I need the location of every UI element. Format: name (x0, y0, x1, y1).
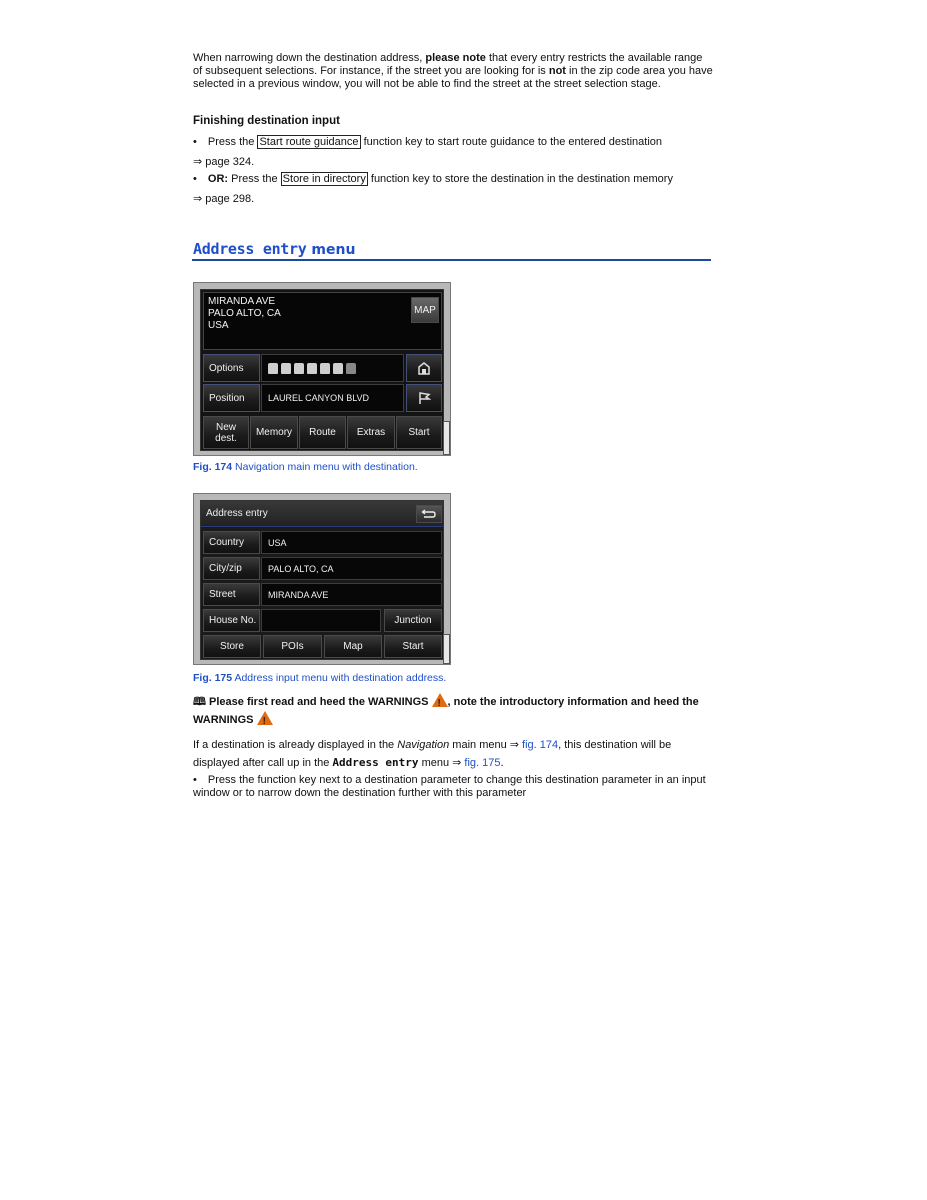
landmark-icon (346, 362, 356, 374)
warning-text: Please first read and heed the WARNINGS (205, 696, 432, 708)
warning-triangle-icon (256, 711, 273, 730)
destination-street: MIRANDA AVE (208, 296, 276, 307)
junction-button[interactable]: Junction (384, 609, 442, 632)
bullet: • (193, 774, 197, 786)
city-zip-button[interactable]: City/zip (203, 557, 260, 580)
store-in-directory-key: Store in directory (280, 172, 368, 186)
section-title-mono: Address entry (193, 240, 307, 258)
bullet-text: function key to store the destination in… (367, 173, 673, 185)
start-route-guidance-key: Start route guidance (257, 135, 361, 149)
back-button[interactable] (416, 505, 442, 523)
house-number-button[interactable]: House No. (203, 609, 260, 632)
country-button[interactable]: Country (203, 531, 260, 554)
bullet-start-route: • Press the Start route guidance functio… (193, 135, 723, 149)
pois-button[interactable]: POIs (263, 635, 322, 658)
house-number-value (261, 609, 381, 632)
warning-triangle-icon (431, 693, 448, 712)
address-entry-mono: Address entry (332, 756, 419, 769)
options-button[interactable]: Options (203, 354, 260, 382)
destination-country: USA (208, 320, 229, 331)
new-destination-button[interactable]: New dest. (203, 416, 249, 449)
fig174-caption: Fig. 174 Navigation main menu with desti… (193, 461, 418, 473)
city-zip-value: PALO ALTO, CA (261, 557, 442, 580)
street-value: MIRANDA AVE (261, 583, 442, 606)
fig175-screen-frame: Address entry Country USA City/zip PALO … (193, 493, 451, 665)
start-button-175[interactable]: Start (384, 635, 442, 658)
bullet-text: Press the function key next to a destina… (193, 774, 706, 799)
warning-notice: 🕮 Please first read and heed the WARNING… (193, 693, 713, 730)
information-icon (333, 362, 343, 374)
para-text: . (500, 757, 504, 769)
section-rule (192, 259, 711, 261)
map-button[interactable]: MAP (411, 297, 439, 323)
address-entry-menu: Address entry Country USA City/zip PALO … (200, 500, 444, 660)
finishing-heading: Finishing destination input (193, 115, 340, 127)
back-arrow-icon (421, 509, 436, 518)
airport-icon (320, 362, 330, 374)
section-title: Address entry menu (193, 240, 355, 258)
figure-code-label (443, 634, 450, 664)
para-text: menu ⇒ (418, 757, 465, 769)
fig174-screen-frame: MIRANDA AVE PALO ALTO, CA USA MAP Option… (193, 282, 451, 456)
parking-icon (294, 362, 304, 374)
fig174-number: Fig. 174 (193, 461, 233, 473)
page-ref-298[interactable]: ⇒ page 298. (193, 192, 254, 205)
bullet: • (193, 173, 197, 185)
figure-code-label (443, 421, 450, 455)
street-button[interactable]: Street (203, 583, 260, 606)
bullet-text: function key to start route guidance to … (360, 136, 663, 148)
destination-city: PALO ALTO, CA (208, 308, 281, 319)
fig174-link[interactable]: fig. 174 (522, 739, 558, 751)
flag-icon (419, 392, 431, 404)
home-button[interactable] (406, 354, 442, 382)
intro-bold: not (548, 65, 566, 77)
memory-button[interactable]: Memory (250, 416, 298, 449)
position-button[interactable]: Position (203, 384, 260, 412)
map-button-175[interactable]: Map (324, 635, 382, 658)
bullet-text: Press the (207, 136, 258, 148)
poi-options-field (261, 354, 404, 382)
position-value: LAUREL CANYON BLVD (261, 384, 404, 412)
para-text: If a destination is already displayed in… (193, 739, 398, 751)
store-button[interactable]: Store (203, 635, 261, 658)
navigation-main-menu: MIRANDA AVE PALO ALTO, CA USA MAP Option… (200, 289, 444, 451)
extras-button[interactable]: Extras (347, 416, 395, 449)
home-icon (418, 362, 430, 375)
country-value: USA (261, 531, 442, 554)
flag-button[interactable] (406, 384, 442, 412)
bullet-function-key: • Press the function key next to a desti… (193, 774, 713, 800)
bullet-text: Press the (228, 173, 281, 185)
intro-bold: please note (425, 52, 486, 64)
page-ref-324[interactable]: ⇒ page 324. (193, 155, 254, 168)
fig175-number: Fig. 175 (193, 672, 233, 684)
fuel-station-icon (268, 362, 278, 374)
start-button[interactable]: Start (396, 416, 442, 449)
destination-paragraph: If a destination is already displayed in… (193, 737, 713, 772)
fig175-caption-text: Address input menu with destination addr… (232, 672, 447, 684)
para-text: main menu ⇒ (449, 739, 523, 751)
bullet: • (193, 136, 197, 148)
fig175-link[interactable]: fig. 175 (464, 757, 500, 769)
route-button[interactable]: Route (299, 416, 346, 449)
address-entry-title: Address entry (201, 501, 443, 527)
fig175-caption: Fig. 175 Address input menu with destina… (193, 672, 446, 684)
or-label: OR: (207, 173, 229, 185)
hotel-icon (307, 362, 317, 374)
intro-paragraph: When narrowing down the destination addr… (193, 52, 713, 91)
navigation-italic: Navigation (397, 739, 450, 751)
bullet-store-directory: • OR: Press the Store in directory funct… (193, 172, 723, 186)
book-icon: 🕮 (193, 696, 206, 708)
fig174-caption-text: Navigation main menu with destination. (232, 461, 418, 473)
intro-text: When narrowing down the destination addr… (193, 52, 426, 64)
restaurant-icon (281, 362, 291, 374)
section-title-sans: menu (306, 242, 356, 258)
destination-display: MIRANDA AVE PALO ALTO, CA USA (203, 292, 442, 350)
